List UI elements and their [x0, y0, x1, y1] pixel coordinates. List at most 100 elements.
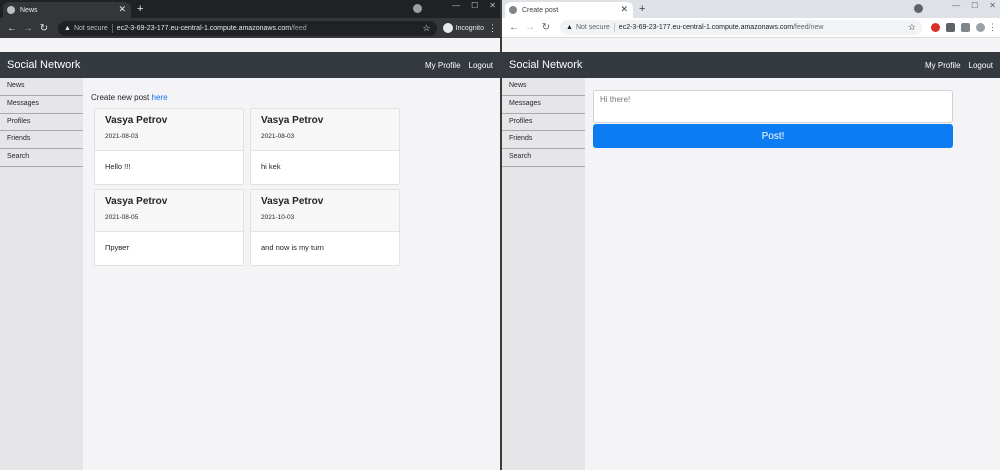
browser-menu-icon[interactable]: ⋮	[488, 23, 497, 34]
minimize-icon[interactable]: —	[952, 1, 960, 10]
profile-avatar[interactable]	[976, 23, 985, 32]
post-author: Vasya Petrov	[105, 115, 168, 126]
post-date: 2021-08-03	[105, 133, 139, 140]
globe-icon	[509, 6, 517, 14]
url-host: ec2-3-69-23-177.eu-central-1.compute.ama…	[618, 24, 794, 31]
incognito-label: Incognito	[455, 24, 484, 32]
post-text: Прувет	[105, 243, 130, 252]
separator	[613, 23, 615, 32]
bookmark-star-icon[interactable]: ☆	[908, 22, 916, 33]
post-card: Vasya Petrov 2021-08-03 hi kek	[250, 108, 400, 185]
tab-search-icon[interactable]	[914, 4, 923, 13]
address-bar[interactable]: ▲ Not secure ec2-3-69-23-177.eu-central-…	[58, 20, 437, 36]
window-controls: — ☐ ✕	[952, 1, 996, 10]
sidebar-item-messages[interactable]: Messages	[0, 96, 83, 114]
page-top-strip	[502, 38, 1000, 52]
new-tab-button[interactable]: +	[137, 2, 143, 18]
minimize-icon[interactable]: —	[452, 1, 460, 10]
url-host: ec2-3-69-23-177.eu-central-1.compute.ama…	[116, 24, 292, 32]
tab-close-icon[interactable]: ✕	[620, 4, 628, 15]
sidebar: News Messages Profiles Friends Search	[502, 78, 585, 470]
tab-strip: Create post ✕ + — ☐ ✕	[502, 0, 1000, 18]
site-navbar: Social Network My Profile Logout	[0, 52, 500, 78]
close-window-icon[interactable]: ✕	[489, 1, 496, 10]
media-control-icon[interactable]	[961, 23, 970, 32]
sidebar-item-search[interactable]: Search	[0, 149, 83, 167]
site-brand[interactable]: Social Network	[7, 59, 80, 71]
page-viewport: Social Network My Profile Logout News Me…	[0, 38, 500, 470]
nav-my-profile[interactable]: My Profile	[425, 61, 461, 70]
maximize-icon[interactable]: ☐	[971, 1, 978, 10]
browser-toolbar: ← → ↻ ▲ Not secure ec2-3-69-23-177.eu-ce…	[502, 18, 1000, 38]
url-path: /feed	[291, 24, 307, 32]
forward-icon[interactable]: →	[522, 22, 538, 33]
post-date: 2021-08-05	[105, 214, 139, 221]
left-browser-window: News ✕ + — ☐ ✕ ← → ↻ ▲ Not secure ec2-3-…	[0, 0, 500, 470]
site-brand[interactable]: Social Network	[509, 59, 582, 71]
post-author: Vasya Petrov	[261, 196, 324, 207]
bookmark-star-icon[interactable]: ☆	[423, 23, 431, 34]
post-date: 2021-08-03	[261, 133, 295, 140]
globe-icon	[7, 6, 15, 14]
reload-icon[interactable]: ↻	[538, 22, 554, 33]
create-post-line: Create new post here	[91, 93, 168, 102]
sidebar-item-profiles[interactable]: Profiles	[502, 114, 585, 132]
maximize-icon[interactable]: ☐	[471, 1, 478, 10]
incognito-indicator[interactable]: Incognito	[442, 23, 484, 33]
nav-logout[interactable]: Logout	[969, 61, 993, 70]
site-navbar: Social Network My Profile Logout	[502, 52, 1000, 78]
create-post-content: Post!	[585, 78, 1000, 470]
separator	[111, 23, 113, 33]
page-viewport: Social Network My Profile Logout News Me…	[502, 38, 1000, 470]
security-label[interactable]: Not secure	[576, 24, 610, 31]
post-header: Vasya Petrov 2021-08-05	[95, 190, 243, 232]
post-header: Vasya Petrov 2021-10-03	[251, 190, 399, 232]
nav-my-profile[interactable]: My Profile	[925, 61, 961, 70]
sidebar-item-friends[interactable]: Friends	[502, 131, 585, 150]
post-card: Vasya Petrov 2021-10-03 and now is my tu…	[250, 189, 400, 266]
address-bar[interactable]: ▲ Not secure ec2-3-69-23-177.eu-central-…	[560, 20, 922, 35]
browser-toolbar: ← → ↻ ▲ Not secure ec2-3-69-23-177.eu-ce…	[0, 18, 500, 38]
nav-logout[interactable]: Logout	[469, 61, 493, 70]
tab-news[interactable]: News ✕	[3, 2, 131, 18]
forward-icon[interactable]: →	[20, 23, 36, 34]
post-submit-button[interactable]: Post!	[593, 124, 953, 148]
post-text: Hello !!!	[105, 162, 131, 171]
sidebar-item-messages[interactable]: Messages	[502, 96, 585, 114]
warning-icon: ▲	[64, 24, 71, 32]
browser-menu-icon[interactable]: ⋮	[988, 22, 997, 33]
back-icon[interactable]: ←	[4, 23, 20, 34]
navbar-links: My Profile Logout	[425, 61, 493, 70]
url-path: /feed/new	[793, 24, 824, 31]
tab-close-icon[interactable]: ✕	[118, 4, 126, 15]
tab-title: Create post	[522, 6, 559, 14]
post-card: Vasya Petrov 2021-08-05 Прувет	[94, 189, 244, 266]
sidebar-item-news[interactable]: News	[502, 78, 585, 96]
tab-search-icon[interactable]	[413, 4, 422, 13]
page-top-strip	[0, 38, 500, 52]
post-text: and now is my turn	[261, 243, 324, 252]
sidebar-item-friends[interactable]: Friends	[0, 131, 83, 150]
adblock-extension-icon[interactable]	[931, 23, 940, 32]
post-text-input[interactable]	[593, 90, 953, 123]
extensions-puzzle-icon[interactable]	[946, 23, 955, 32]
post-text: hi kek	[261, 162, 281, 171]
close-window-icon[interactable]: ✕	[989, 1, 996, 10]
tab-strip: News ✕ + — ☐ ✕	[0, 0, 500, 18]
create-post-link[interactable]: here	[152, 93, 168, 102]
post-date: 2021-10-03	[261, 214, 295, 221]
new-tab-button[interactable]: +	[639, 2, 645, 18]
sidebar-item-news[interactable]: News	[0, 78, 83, 96]
window-controls: — ☐ ✕	[452, 1, 496, 10]
security-label[interactable]: Not secure	[74, 25, 108, 32]
sidebar-item-profiles[interactable]: Profiles	[0, 114, 83, 132]
sidebar: News Messages Profiles Friends Search	[0, 78, 83, 470]
tab-create-post[interactable]: Create post ✕	[505, 2, 633, 18]
post-header: Vasya Petrov 2021-08-03	[251, 109, 399, 151]
incognito-icon	[442, 23, 453, 33]
feed-content: Create new post here Vasya Petrov 2021-0…	[83, 78, 500, 470]
reload-icon[interactable]: ↻	[36, 23, 52, 34]
sidebar-item-search[interactable]: Search	[502, 149, 585, 167]
post-author: Vasya Petrov	[105, 196, 168, 207]
back-icon[interactable]: ←	[506, 22, 522, 33]
